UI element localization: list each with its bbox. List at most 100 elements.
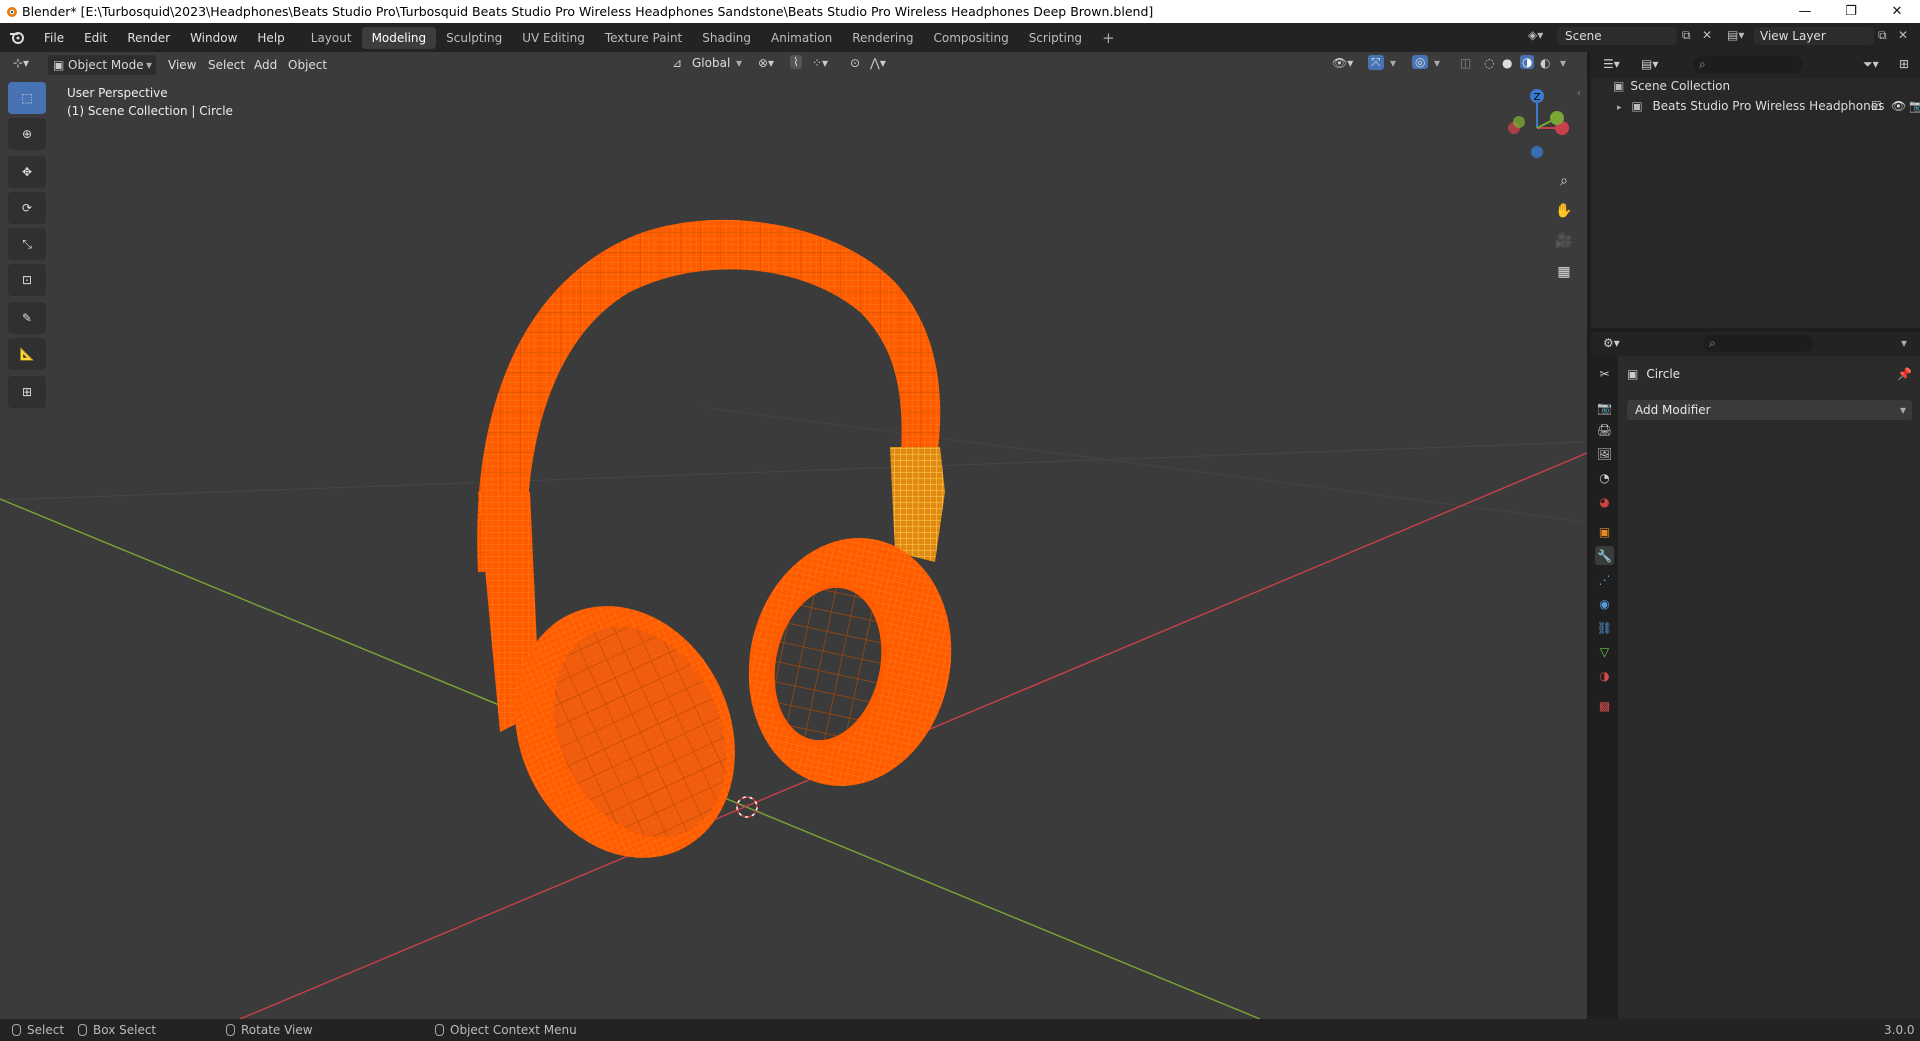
menu-object[interactable]: Object [280, 55, 335, 75]
pivot-icon[interactable]: ⊗▾ [758, 56, 774, 70]
properties-search-input[interactable]: ⌕ [1703, 335, 1813, 352]
display-mode-icon[interactable]: ▤▾ [1641, 57, 1658, 71]
minimize-button[interactable]: — [1782, 0, 1828, 23]
material-shading-icon[interactable]: ◑ [1520, 55, 1535, 69]
xray-icon[interactable]: ◫ [1460, 56, 1471, 70]
menu-edit[interactable]: Edit [74, 31, 117, 45]
tab-sculpting[interactable]: Sculpting [436, 27, 512, 49]
tab-layout[interactable]: Layout [301, 27, 362, 49]
new-view-layer-icon[interactable]: ⧉ [1878, 28, 1887, 43]
tab-scripting[interactable]: Scripting [1019, 27, 1092, 49]
add-modifier-label: Add Modifier [1635, 403, 1711, 417]
filter-icon[interactable]: ⏷▾ [1863, 57, 1879, 72]
add-cube-tool-button[interactable]: ⊞ [8, 376, 46, 408]
new-scene-icon[interactable]: ⧉ [1682, 28, 1691, 43]
view-layer-tab-icon[interactable]: 🖼 [1595, 444, 1614, 463]
cursor-tool-button[interactable]: ⊕ [8, 118, 46, 150]
annotate-tool-button[interactable]: ✎ [8, 302, 46, 334]
scene-collection-row[interactable]: ▣ Scene Collection [1613, 76, 1730, 96]
gizmo-toggle-icon[interactable]: ⤧ [1368, 55, 1384, 70]
overlay-toggle-icon[interactable]: ◎ [1412, 55, 1429, 69]
close-button[interactable]: ✕ [1874, 0, 1920, 23]
shading-chevron-icon[interactable]: ▾ [1560, 56, 1566, 70]
constraints-tab-icon[interactable]: ⛓ [1595, 618, 1614, 637]
object-tab-icon[interactable]: ▣ [1595, 522, 1614, 541]
material-tab-icon[interactable]: ◑ [1595, 666, 1614, 685]
headphones-mesh[interactable] [475, 219, 974, 894]
data-tab-icon[interactable]: ▽ [1595, 642, 1614, 661]
outliner-editor-icon[interactable]: ☰▾ [1603, 57, 1620, 71]
checkbox-icon[interactable]: ☑ [1871, 96, 1882, 116]
texture-tab-icon[interactable]: ▩ [1595, 696, 1614, 715]
camera-view-icon[interactable]: 🎥 [1551, 228, 1577, 254]
blender-menu-icon[interactable] [9, 30, 25, 44]
add-modifier-dropdown[interactable]: Add Modifier ▾ [1627, 400, 1912, 420]
menu-help[interactable]: Help [247, 31, 294, 45]
zoom-icon[interactable]: ⌕ [1551, 168, 1577, 194]
neg-z-axis-icon[interactable] [1531, 146, 1543, 158]
sidebar-toggle-icon[interactable]: ‹ [1577, 88, 1581, 99]
view-layer-field[interactable]: View Layer [1754, 27, 1874, 45]
eye-icon[interactable]: 👁 [1891, 96, 1906, 116]
world-tab-icon[interactable]: ◕ [1595, 492, 1614, 511]
scene-field[interactable]: Scene [1557, 27, 1677, 45]
scene-tab-icon[interactable]: ◔ [1595, 468, 1614, 487]
new-collection-icon[interactable]: ⊞ [1899, 57, 1909, 71]
solid-shading-icon[interactable]: ● [1502, 56, 1512, 70]
tab-texture-paint[interactable]: Texture Paint [595, 27, 692, 49]
proportional-edit-icon[interactable]: ⊙ [850, 56, 860, 70]
navigation-gizmo[interactable]: Z [1495, 84, 1575, 164]
transform-tool-button[interactable]: ⊡ [8, 264, 46, 296]
tab-modeling[interactable]: Modeling [361, 26, 437, 49]
snap-icon[interactable]: ⌇ [790, 55, 802, 69]
scene-selector-icon[interactable]: ◈▾ [1528, 28, 1543, 42]
tab-compositing[interactable]: Compositing [923, 27, 1018, 49]
orientation-dropdown[interactable]: Global [692, 56, 730, 70]
falloff-icon[interactable]: ⋀▾ [870, 56, 886, 70]
rendered-shading-icon[interactable]: ◐ [1540, 56, 1550, 70]
wireframe-shading-icon[interactable]: ◌ [1484, 56, 1494, 70]
snap-target-icon[interactable]: ⁘▾ [812, 56, 828, 70]
mode-dropdown[interactable]: ▣ Object Mode ▾ [48, 55, 156, 75]
menu-window[interactable]: Window [180, 31, 247, 45]
measure-tool-button[interactable]: 📐 [8, 338, 46, 370]
rotate-tool-button[interactable]: ⟳ [8, 192, 46, 224]
tab-animation[interactable]: Animation [761, 27, 842, 49]
neg-y-axis-icon[interactable] [1513, 116, 1525, 128]
particles-tab-icon[interactable]: ⋰ [1595, 570, 1614, 589]
tool-tab-icon[interactable]: ✂ [1595, 364, 1614, 383]
visibility-icon[interactable]: 👁▾ [1332, 56, 1353, 70]
properties-editor-icon[interactable]: ⚙▾ [1603, 336, 1620, 350]
tab-uv-editing[interactable]: UV Editing [512, 27, 595, 49]
outliner-item[interactable]: ▸ ▣ Beats Studio Pro Wireless Headphones… [1617, 96, 1920, 116]
modifier-tab-icon[interactable]: 🔧 [1595, 546, 1614, 565]
output-tab-icon[interactable]: 🖨 [1595, 420, 1614, 439]
view-layer-icon[interactable]: ▤▾ [1727, 28, 1744, 42]
tab-rendering[interactable]: Rendering [842, 27, 923, 49]
gizmo-chevron-icon[interactable]: ▾ [1390, 56, 1396, 70]
maximize-button[interactable]: ❐ [1828, 0, 1874, 23]
delete-scene-icon[interactable]: ✕ [1702, 28, 1712, 42]
render-tab-icon[interactable]: 📷 [1595, 398, 1614, 417]
ortho-grid-icon[interactable]: ▦ [1551, 259, 1577, 285]
outliner-search-input[interactable]: ⌕ [1693, 56, 1803, 73]
move-tool-button[interactable]: ✥ [8, 156, 46, 188]
menu-file[interactable]: File [34, 31, 74, 45]
expand-arrow-icon[interactable]: ▸ [1617, 103, 1622, 113]
editor-type-icon[interactable]: ⊹▾ [13, 56, 29, 70]
pin-icon[interactable]: 📌 [1897, 367, 1912, 381]
menu-view[interactable]: View [160, 55, 204, 75]
scale-tool-button[interactable]: ⤡ [8, 228, 46, 260]
pan-hand-icon[interactable]: ✋ [1551, 198, 1577, 224]
physics-tab-icon[interactable]: ◉ [1595, 594, 1614, 613]
menu-render[interactable]: Render [117, 31, 180, 45]
add-workspace-button[interactable]: + [1092, 25, 1125, 51]
3d-viewport[interactable]: ⊹▾ ▣ Object Mode ▾ View Select Add Objec… [0, 52, 1587, 1019]
delete-view-layer-icon[interactable]: ✕ [1898, 28, 1908, 42]
camera-render-icon[interactable]: 📷 [1909, 96, 1920, 116]
overlay-chevron-icon[interactable]: ▾ [1434, 56, 1440, 70]
select-tool-button[interactable]: ⬚ [8, 82, 46, 114]
tab-shading[interactable]: Shading [692, 27, 761, 49]
options-chevron-icon[interactable]: ▾ [1901, 336, 1907, 350]
y-axis-icon[interactable] [1550, 111, 1564, 125]
